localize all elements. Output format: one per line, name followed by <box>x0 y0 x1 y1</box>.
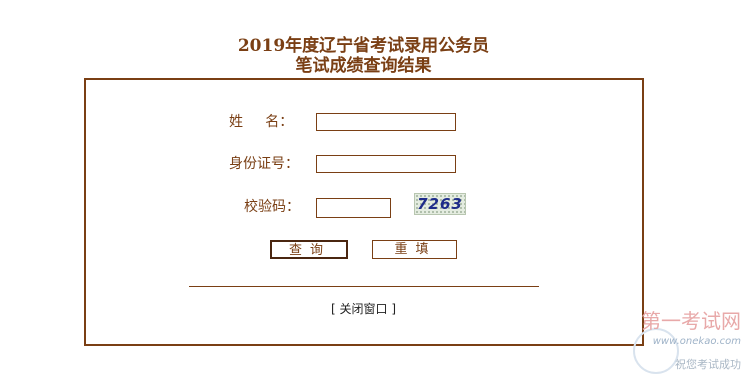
idcard-input[interactable] <box>316 155 456 173</box>
watermark-logo: 第一考试网 www.onekao.com 祝您考试成功 <box>621 308 741 374</box>
bracket-close: ] <box>391 302 397 316</box>
name-label: 姓 名： <box>229 114 294 130</box>
title-line-1: 2019年度辽宁省考试录用公务员 <box>237 36 490 56</box>
idcard-label: 身份证号： <box>229 156 299 172</box>
divider <box>189 286 539 287</box>
captcha-label: 校验码： <box>244 199 300 215</box>
watermark-circle-icon <box>633 328 679 374</box>
watermark-site-name: 第一考试网 <box>641 309 741 333</box>
name-input[interactable] <box>316 113 456 131</box>
title-line-2: 笔试成绩查询结果 <box>295 56 432 76</box>
captcha-input[interactable] <box>316 198 391 218</box>
watermark-slogan: 祝您考试成功 <box>675 358 741 371</box>
watermark-url: www.onekao.com <box>652 336 741 347</box>
query-button[interactable]: 查询 <box>270 240 348 259</box>
reset-button[interactable]: 重填 <box>372 240 457 259</box>
close-window-link-row: [ 关闭窗口 ] <box>0 302 727 316</box>
close-window-link[interactable]: 关闭窗口 <box>339 302 387 316</box>
bracket-open: [ <box>330 302 336 316</box>
captcha-code: 7263 <box>417 195 463 213</box>
captcha-image[interactable]: 7263 <box>414 193 466 215</box>
